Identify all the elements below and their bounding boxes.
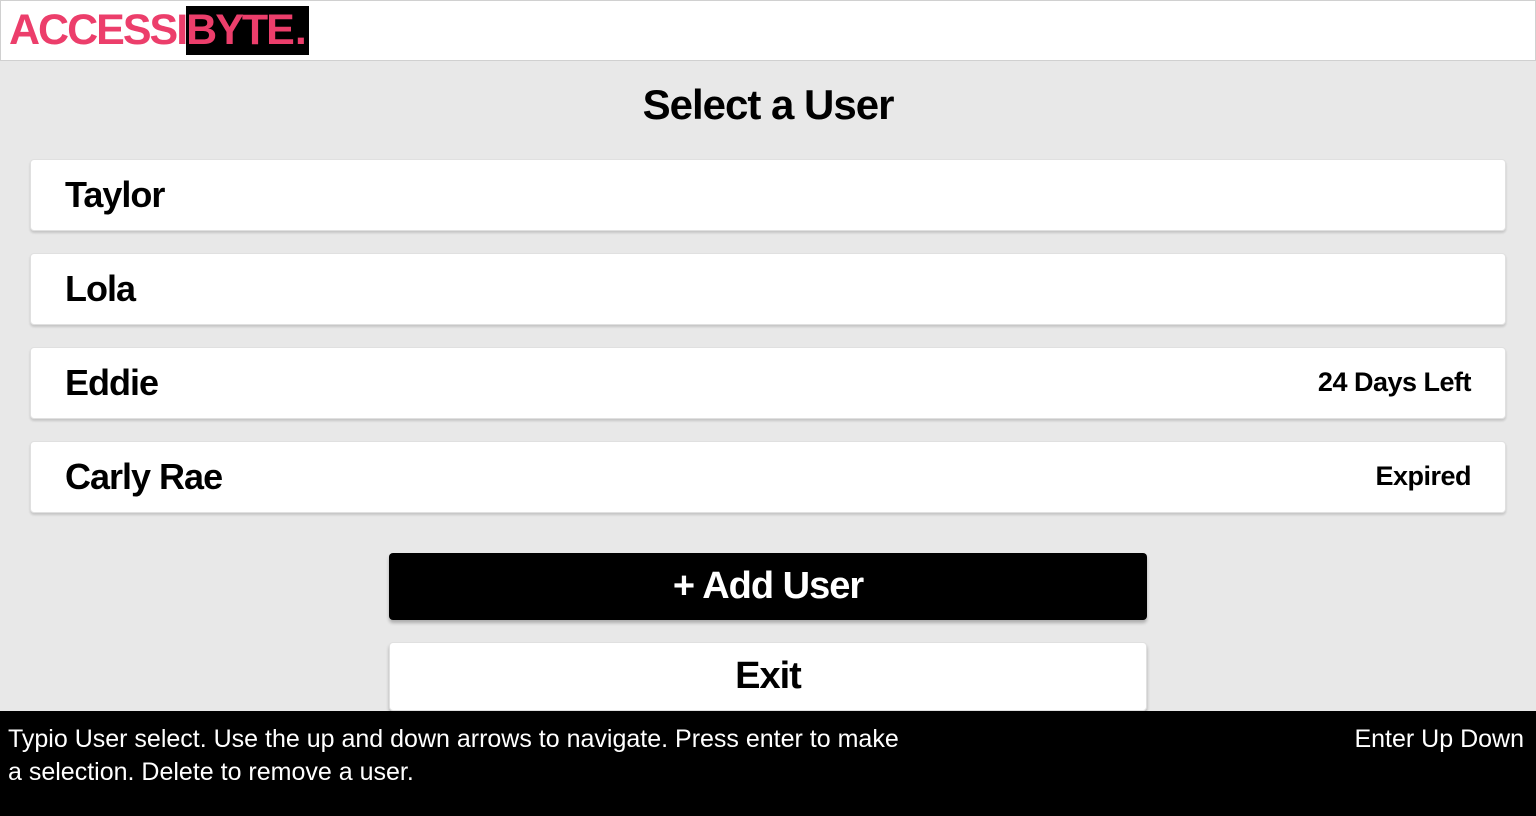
- app-logo: ACCESSIBYTE.: [9, 6, 309, 55]
- main-content: Select a User Taylor Lola Eddie 24 Days …: [0, 61, 1536, 711]
- footer-help-text: Typio User select. Use the up and down a…: [8, 723, 908, 791]
- exit-button[interactable]: Exit: [389, 642, 1147, 711]
- user-list: Taylor Lola Eddie 24 Days Left Carly Rae…: [30, 159, 1506, 513]
- user-name: Carly Rae: [65, 456, 222, 498]
- logo-dot: .: [295, 6, 309, 55]
- add-user-button[interactable]: + Add User: [389, 553, 1147, 620]
- user-status: 24 Days Left: [1318, 367, 1471, 398]
- header-bar: ACCESSIBYTE.: [0, 0, 1536, 61]
- footer-bar: Typio User select. Use the up and down a…: [0, 711, 1536, 816]
- logo-text-part1: ACCESSI: [9, 6, 186, 55]
- user-status: Expired: [1375, 461, 1471, 492]
- user-item-eddie[interactable]: Eddie 24 Days Left: [30, 347, 1506, 419]
- user-name: Eddie: [65, 362, 158, 404]
- button-group: + Add User Exit: [389, 553, 1147, 711]
- user-item-taylor[interactable]: Taylor: [30, 159, 1506, 231]
- footer-key-hints: Enter Up Down: [1354, 723, 1524, 754]
- user-name: Lola: [65, 268, 135, 310]
- page-title: Select a User: [643, 81, 894, 129]
- user-name: Taylor: [65, 174, 164, 216]
- user-item-lola[interactable]: Lola: [30, 253, 1506, 325]
- logo-text-part2: BYTE: [186, 6, 295, 55]
- user-item-carly-rae[interactable]: Carly Rae Expired: [30, 441, 1506, 513]
